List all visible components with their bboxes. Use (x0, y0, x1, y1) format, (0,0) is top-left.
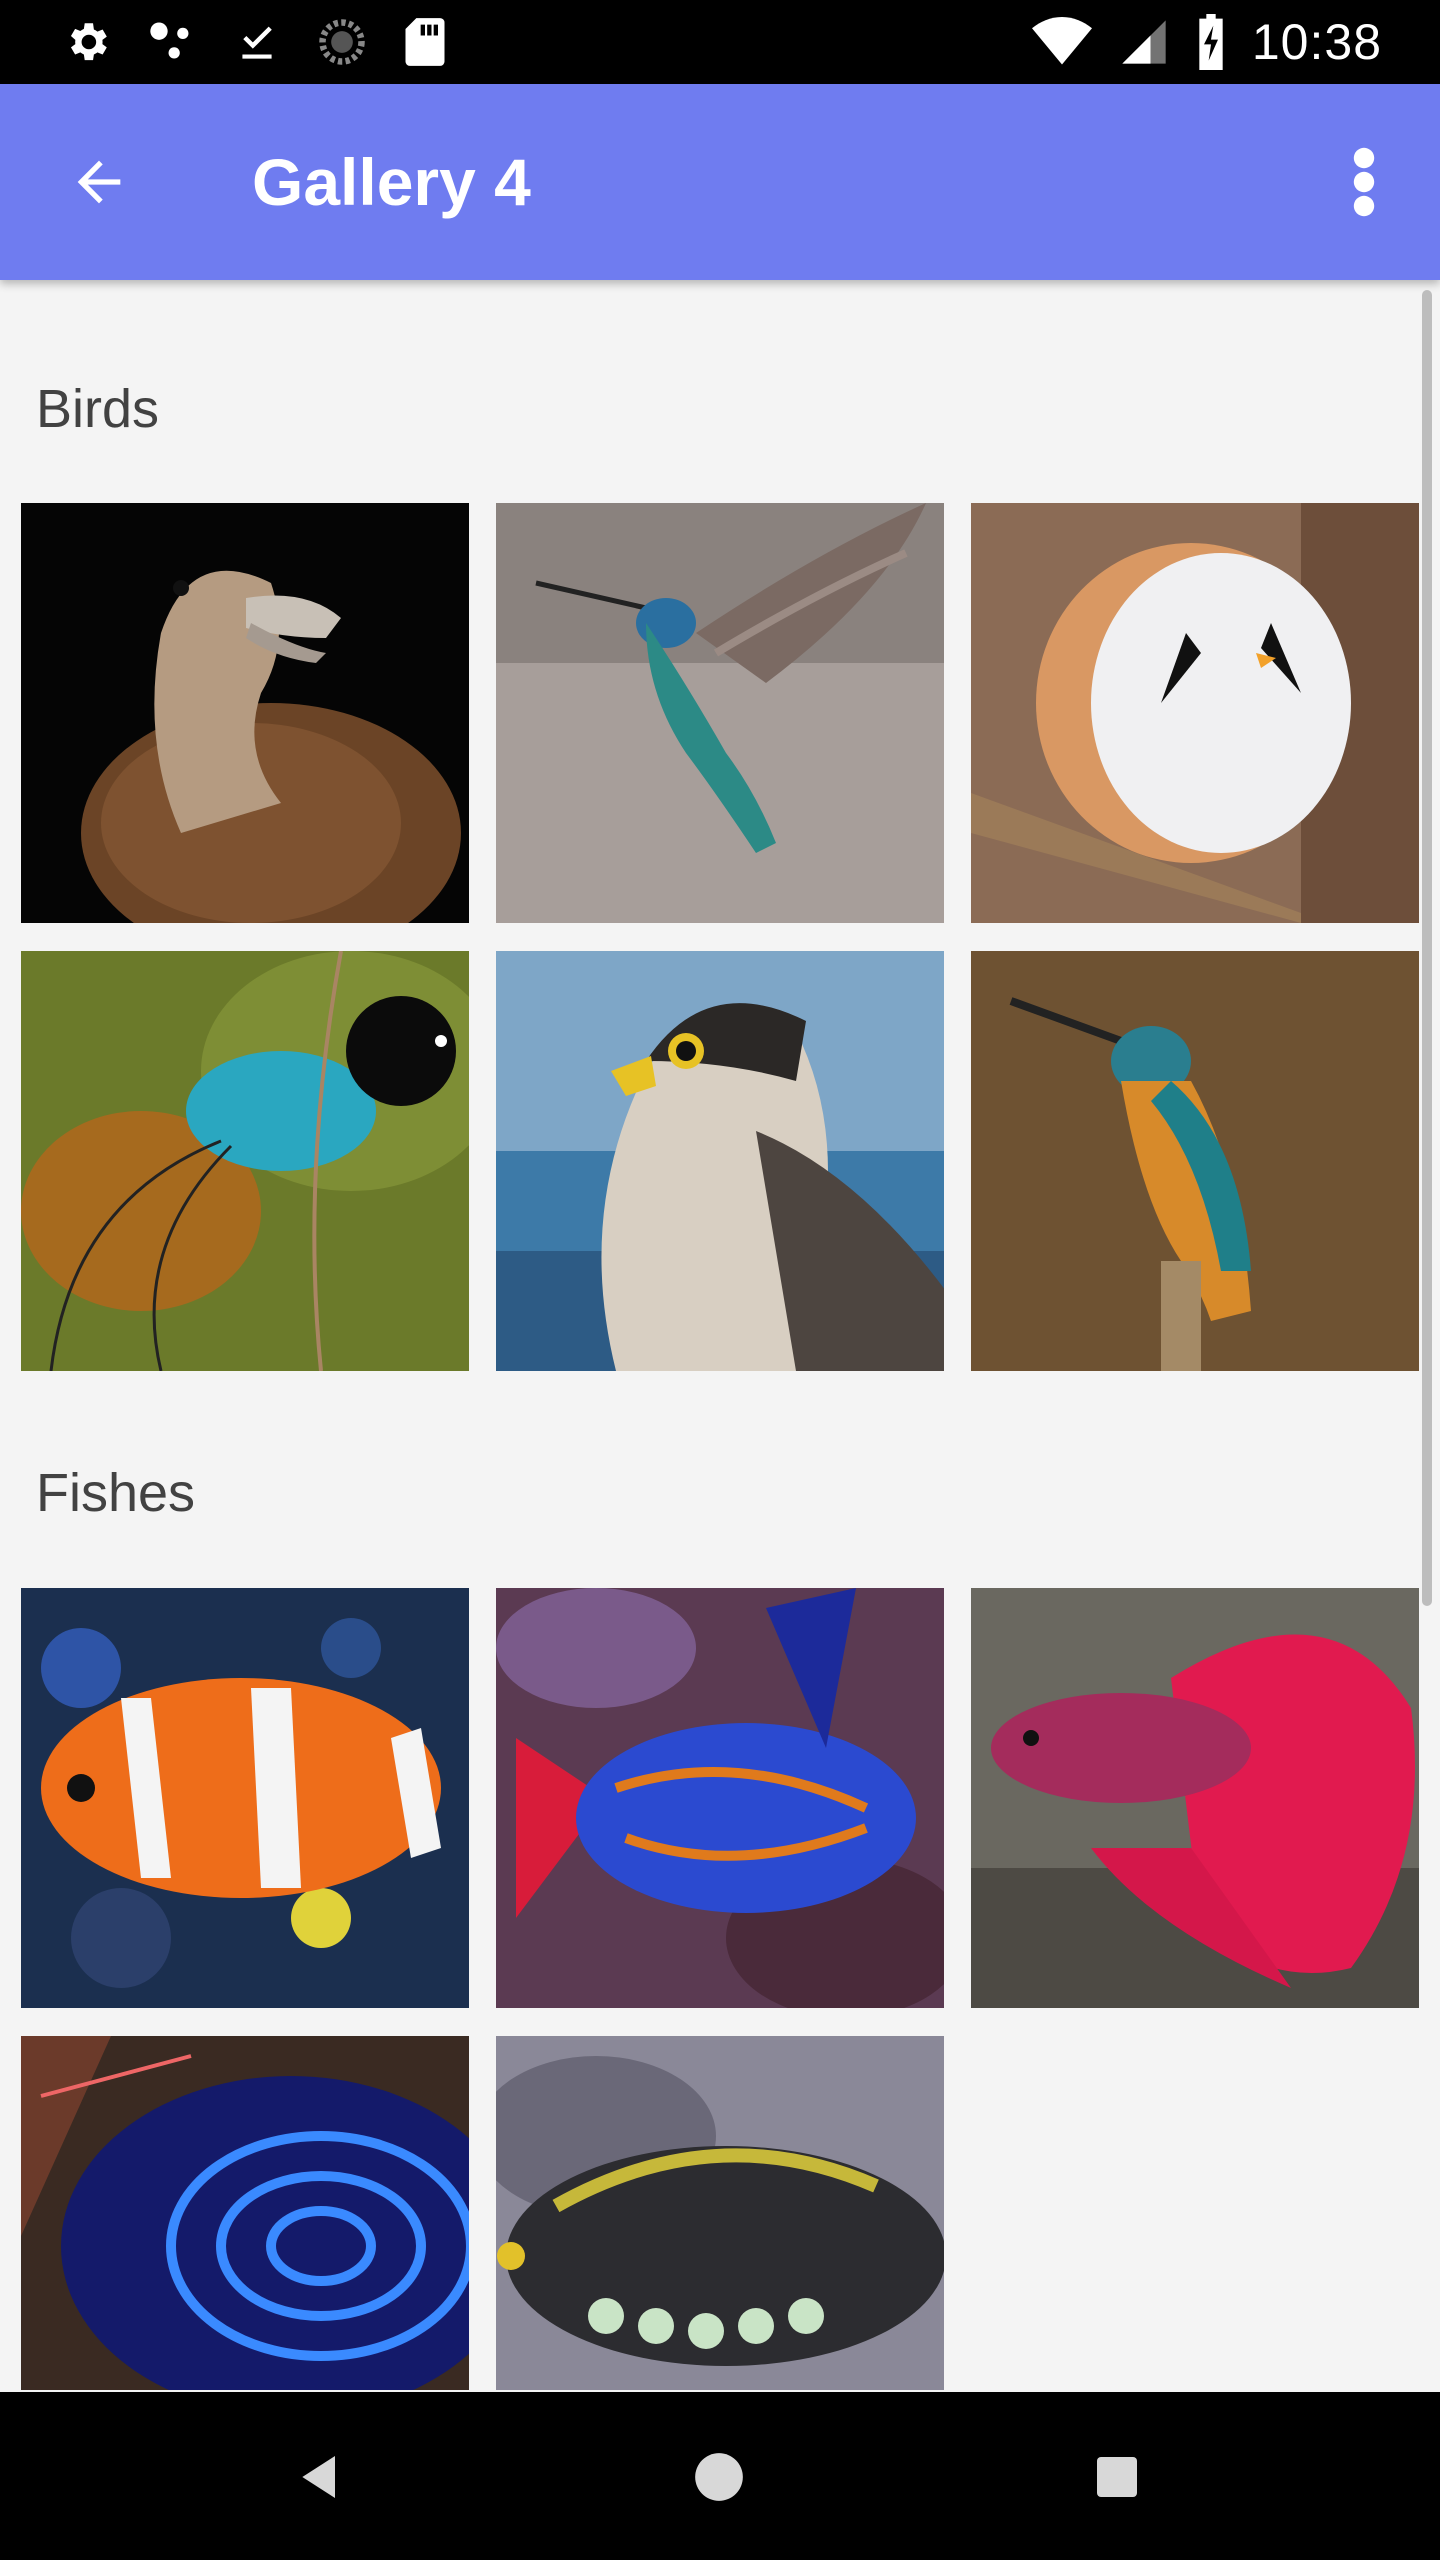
status-time: 10:38 (1251, 14, 1382, 70)
gallery-item-angelfish[interactable] (21, 2036, 469, 2390)
nav-back-icon (302, 2456, 335, 2498)
gallery-item-duck[interactable] (21, 503, 469, 923)
gallery-item-kingfisher[interactable] (971, 951, 1419, 1371)
gallery-item-triggerfish[interactable] (496, 2036, 944, 2390)
sd-card-icon (405, 18, 445, 66)
more-vert-icon (1353, 147, 1375, 217)
battery-charging-icon (1199, 14, 1223, 70)
settings-icon (70, 23, 107, 61)
status-bar: 10:38 (0, 0, 1440, 84)
download-done-icon (242, 26, 272, 59)
nav-recents-icon (1097, 2457, 1137, 2497)
gallery-item-betta-fish[interactable] (971, 1588, 1419, 2008)
page-title: Gallery 4 (252, 145, 531, 219)
gallery-item-hummingbird[interactable] (496, 503, 944, 923)
status-bar-right-icons: 10:38 (1031, 10, 1382, 74)
section-title-birds: Birds (36, 379, 160, 439)
scrollbar[interactable] (1422, 290, 1432, 1606)
section-title-fishes: Fishes (36, 1463, 196, 1523)
status-bar-left-icons (62, 16, 448, 68)
nav-home-icon (695, 2453, 743, 2501)
app-bar: Gallery 4 (0, 84, 1440, 280)
arrow-back-icon (77, 160, 121, 204)
gallery-content[interactable]: Birds Fishes (0, 280, 1440, 2390)
gallery-item-bird-of-paradise[interactable] (21, 951, 469, 1371)
dots-icon (150, 22, 189, 59)
cell-signal-icon (1122, 20, 1166, 64)
back-button[interactable] (58, 146, 140, 218)
gallery-item-clownfish[interactable] (21, 1588, 469, 2008)
loading-icon (319, 19, 365, 65)
nav-recents-button[interactable] (1072, 2432, 1162, 2522)
gallery-item-round-bird[interactable] (971, 503, 1419, 923)
gallery-item-mandarinfish[interactable] (496, 1588, 944, 2008)
wifi-icon (1031, 17, 1092, 65)
navigation-bar (0, 2392, 1440, 2560)
gallery-item-falcon[interactable] (496, 951, 944, 1371)
nav-home-button[interactable] (674, 2432, 764, 2522)
nav-back-button[interactable] (276, 2432, 366, 2522)
overflow-menu-button[interactable] (1324, 142, 1404, 222)
